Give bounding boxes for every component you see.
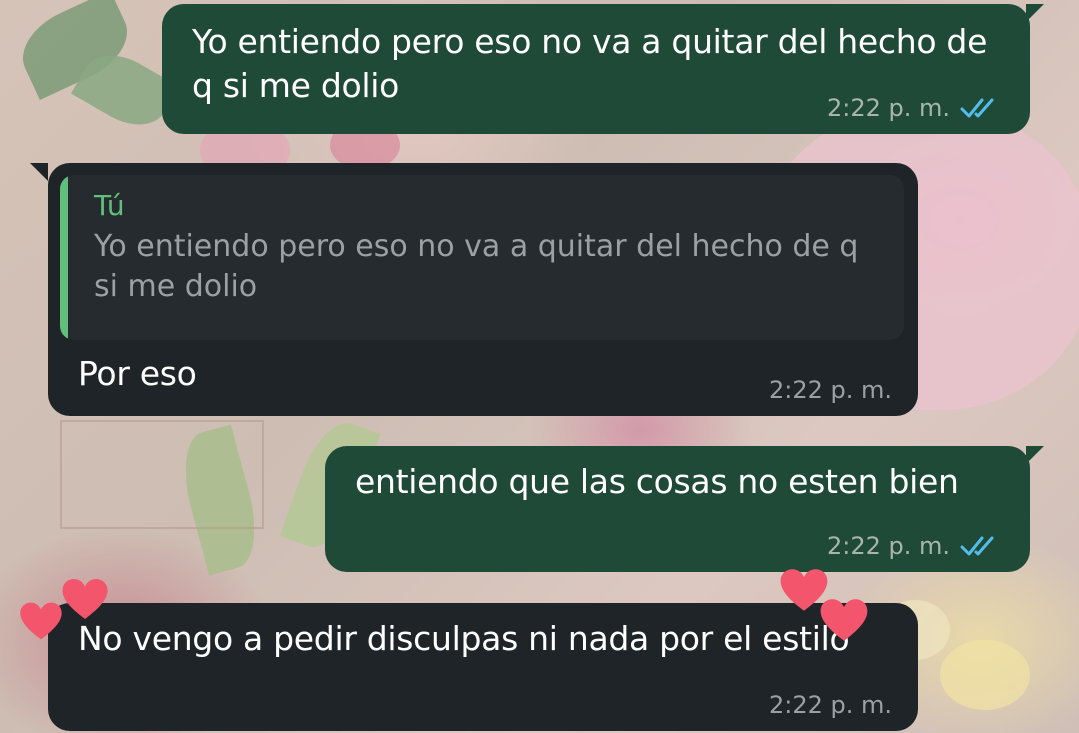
message-text: No vengo a pedir disculpas ni nada por e… (78, 619, 850, 658)
heart-icon (820, 599, 868, 641)
bubble-tail (1026, 4, 1044, 22)
message-bubble-incoming[interactable]: Tú Yo entiendo pero eso no va a quitar d… (30, 163, 918, 416)
message-bubble-incoming[interactable]: No vengo a pedir disculpas ni nada por e… (48, 603, 918, 731)
quote-text: Yo entiendo pero eso no va a quitar del … (94, 229, 859, 304)
message-bubble-outgoing[interactable]: Yo entiendo pero eso no va a quitar del … (162, 4, 1044, 134)
message-time: 2:22 p. m. (826, 532, 950, 560)
double-check-read-icon (960, 98, 994, 118)
double-check-read-icon (960, 536, 994, 556)
message-meta: 2:22 p. m. (769, 376, 892, 404)
message-time: 2:22 p. m. (768, 691, 892, 719)
bubble-tail (30, 163, 48, 181)
quoted-reply[interactable]: Tú Yo entiendo pero eso no va a quitar d… (60, 175, 904, 340)
wallpaper-frame (60, 420, 264, 529)
heart-icon (62, 579, 108, 619)
message-meta: 2:22 p. m. (827, 94, 1004, 122)
message-time: 2:22 p. m. (826, 94, 950, 122)
quote-accent-bar (60, 175, 68, 340)
message-text: entiendo que las cosas no esten bien (355, 462, 959, 501)
message-meta: 2:22 p. m. (769, 691, 892, 719)
message-bubble-outgoing[interactable]: entiendo que las cosas no esten bien 2:2… (325, 446, 1044, 572)
quote-author: Tú (94, 189, 125, 222)
bubble-tail (1026, 446, 1044, 464)
wallpaper-flower (940, 640, 1030, 710)
message-meta: 2:22 p. m. (827, 532, 1004, 560)
heart-icon (20, 602, 62, 640)
message-time: 2:22 p. m. (768, 376, 892, 404)
